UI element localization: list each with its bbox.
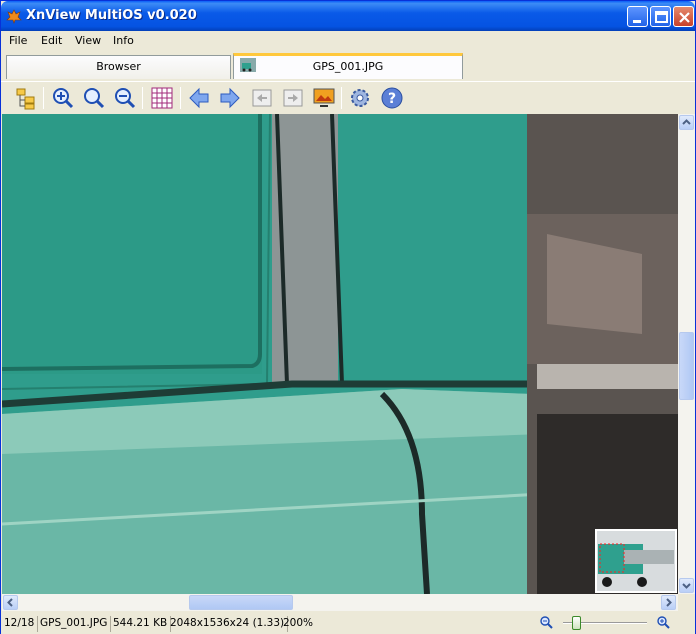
- first-page-icon[interactable]: [250, 86, 274, 110]
- last-page-icon[interactable]: [281, 86, 305, 110]
- horizontal-scrollbar[interactable]: [2, 594, 678, 611]
- zoom-in-icon[interactable]: [51, 86, 75, 110]
- svg-text:?: ?: [388, 91, 396, 107]
- app-logo-icon: [6, 9, 22, 24]
- grid-icon[interactable]: [150, 86, 174, 110]
- slideshow-icon[interactable]: [312, 86, 336, 110]
- tab-bar: Browser GPS_001.JPG: [1, 53, 695, 79]
- zoom-slider-thumb[interactable]: [572, 616, 581, 630]
- scroll-left-button[interactable]: [3, 595, 18, 610]
- vertical-scrollbar[interactable]: [678, 114, 695, 594]
- status-filename: GPS_001.JPG: [37, 616, 112, 632]
- zoom-actual-icon[interactable]: [82, 86, 106, 110]
- prev-arrow-icon[interactable]: [187, 86, 211, 110]
- toolbar-separator: [43, 87, 44, 109]
- maximize-icon: [655, 11, 668, 23]
- tab-image-label: GPS_001.JPG: [312, 60, 384, 73]
- chevron-down-icon: [682, 583, 691, 589]
- chevron-left-icon: [7, 598, 13, 607]
- title-bar[interactable]: XnView MultiOS v0.020: [1, 1, 695, 31]
- zoom-in-small-icon[interactable]: [656, 615, 670, 629]
- tab-image[interactable]: GPS_001.JPG: [233, 53, 463, 79]
- chevron-up-icon: [682, 119, 691, 125]
- status-bar: 12/18 GPS_001.JPG 544.21 KB 2048x1536x24…: [1, 612, 695, 634]
- tab-browser[interactable]: Browser: [6, 55, 231, 79]
- menu-file[interactable]: File: [9, 34, 27, 47]
- status-position: 12/18: [1, 616, 39, 632]
- toolbar-separator: [142, 87, 143, 109]
- zoom-out-icon[interactable]: [113, 86, 137, 110]
- scroll-down-button[interactable]: [679, 578, 694, 593]
- chevron-right-icon: [666, 598, 672, 607]
- maximize-button[interactable]: [650, 6, 671, 27]
- toolbar-separator: [180, 87, 181, 109]
- menu-view[interactable]: View: [75, 34, 101, 47]
- zoom-out-small-icon[interactable]: [539, 615, 553, 629]
- window-title: XnView MultiOS v0.020: [26, 8, 197, 23]
- status-filesize: 544.21 KB: [110, 616, 172, 632]
- menu-info[interactable]: Info: [113, 34, 134, 47]
- close-button[interactable]: [673, 6, 694, 27]
- app-window: XnView MultiOS v0.020 File Edit View Inf…: [0, 0, 696, 634]
- photo-truck-closeup: [2, 114, 678, 594]
- toolbar: ?: [1, 81, 695, 113]
- help-icon[interactable]: ?: [380, 86, 404, 110]
- menu-bar: File Edit View Info: [1, 31, 695, 51]
- image-thumbnail-icon: [240, 58, 256, 72]
- scroll-right-button[interactable]: [661, 595, 676, 610]
- minimize-icon: [633, 20, 641, 23]
- horizontal-scroll-thumb[interactable]: [189, 595, 293, 610]
- next-arrow-icon[interactable]: [218, 86, 242, 110]
- settings-gear-icon[interactable]: [348, 86, 372, 110]
- folder-tree-icon[interactable]: [14, 86, 38, 110]
- minimize-button[interactable]: [627, 6, 648, 27]
- vertical-scroll-thumb[interactable]: [679, 332, 694, 400]
- menu-edit[interactable]: Edit: [41, 34, 62, 47]
- status-zoom: 200%: [283, 617, 314, 629]
- toolbar-separator: [341, 87, 342, 109]
- close-icon: [679, 12, 690, 23]
- status-dimensions: 2048x1536x24 (1.33): [167, 616, 289, 632]
- scroll-up-button[interactable]: [679, 115, 694, 130]
- image-viewer[interactable]: [2, 114, 678, 594]
